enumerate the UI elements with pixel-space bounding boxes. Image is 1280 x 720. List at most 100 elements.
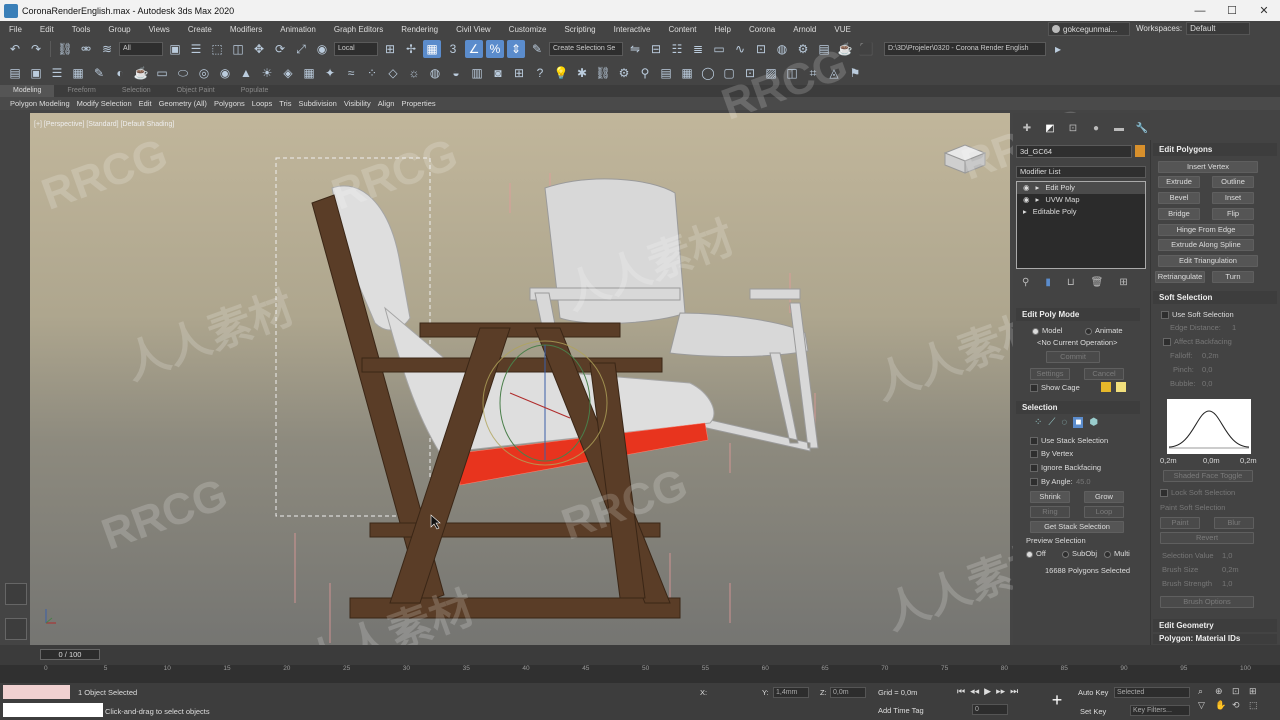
loop-button[interactable]: Loop: [1084, 506, 1124, 518]
object-name-field[interactable]: 3d_GC64: [1016, 145, 1132, 158]
help-icon[interactable]: ?: [531, 64, 549, 82]
brush-options-button[interactable]: Brush Options: [1160, 596, 1254, 608]
undo-icon[interactable]: ↶: [6, 40, 24, 58]
ring-icon[interactable]: ◯: [699, 64, 717, 82]
preview-subobj-radio[interactable]: SubObj: [1062, 549, 1097, 558]
zoom-all-icon[interactable]: ⊕: [1215, 686, 1229, 697]
link-icon[interactable]: ⛓: [594, 64, 612, 82]
hierarchy-tab-icon[interactable]: ⊡: [1065, 120, 1081, 136]
render-production-icon[interactable]: ⬛: [857, 40, 875, 58]
lock-soft-selection-checkbox[interactable]: Lock Soft Selection: [1160, 488, 1235, 498]
stack-item-edit-poly[interactable]: ◉ ▸ Edit Poly: [1017, 182, 1145, 194]
ribbon-panel-polygons[interactable]: Polygons: [214, 99, 245, 108]
previous-frame-icon[interactable]: ◂◂: [970, 686, 979, 697]
globe-icon[interactable]: ◍: [426, 64, 444, 82]
falloff-spinner[interactable]: 0,2m: [1202, 351, 1219, 360]
retriangulate-button[interactable]: Retriangulate: [1155, 271, 1205, 283]
show-end-result-icon[interactable]: ▮: [1045, 277, 1051, 288]
material-icon[interactable]: ◒: [447, 64, 465, 82]
expand-icon[interactable]: ▸: [1036, 194, 1040, 206]
menu-graph-editors[interactable]: Graph Editors: [325, 25, 392, 34]
inset-button[interactable]: Inset: [1212, 192, 1254, 204]
edge-icon[interactable]: ⟋: [1048, 417, 1055, 428]
ribbon-tab-object-paint[interactable]: Object Paint: [164, 85, 228, 97]
rendered-frame-icon[interactable]: ▤: [815, 40, 833, 58]
hinge-from-edge-button[interactable]: Hinge From Edge: [1158, 224, 1254, 236]
grid-icon[interactable]: ▦: [69, 64, 87, 82]
pin-stack-icon[interactable]: ⚲: [1022, 277, 1029, 288]
menu-arnold[interactable]: Arnold: [784, 25, 825, 34]
by-vertex-checkbox[interactable]: By Vertex: [1030, 449, 1073, 459]
viewport-layout-icon[interactable]: [5, 583, 27, 605]
move-icon[interactable]: ✥: [250, 40, 268, 58]
ribbon-panel-edit[interactable]: Edit: [139, 99, 152, 108]
select-by-name-icon[interactable]: ☰: [187, 40, 205, 58]
use-stack-selection-checkbox[interactable]: Use Stack Selection: [1030, 436, 1108, 446]
drop-icon[interactable]: ◬: [825, 64, 843, 82]
key-filters-button[interactable]: Key Filters...: [1130, 705, 1190, 716]
image-icon[interactable]: ▨: [762, 64, 780, 82]
commit-button[interactable]: Commit: [1046, 351, 1100, 363]
align-icon[interactable]: ⊟: [647, 40, 665, 58]
modify-tab-icon[interactable]: ◩: [1042, 120, 1058, 136]
redo-icon[interactable]: ↷: [27, 40, 45, 58]
sun-icon[interactable]: ☀: [258, 64, 276, 82]
rect-selection-icon[interactable]: ⬚: [208, 40, 226, 58]
selection-value-spinner[interactable]: 1,0: [1222, 551, 1232, 560]
ignore-backfacing-checkbox[interactable]: Ignore Backfacing: [1030, 463, 1101, 473]
ribbon-panel-properties[interactable]: Properties: [401, 99, 435, 108]
cage-selected-color-swatch[interactable]: [1116, 382, 1126, 392]
window-icon[interactable]: ◫: [783, 64, 801, 82]
play-icon[interactable]: ▶: [984, 686, 991, 697]
object-color-swatch[interactable]: [1135, 145, 1145, 157]
list-icon[interactable]: ☰: [48, 64, 66, 82]
go-to-start-icon[interactable]: ⏮: [957, 686, 965, 697]
menu-file[interactable]: File: [0, 25, 31, 34]
track-bar[interactable]: 0 5 10 15 20 25 30 35 40 45 50 55 60 65 70 75 80 85 90 95 10…: [0, 665, 1280, 683]
menu-customize[interactable]: Customize: [500, 25, 556, 34]
utilities-tab-icon[interactable]: 🔧: [1134, 120, 1150, 136]
next-frame-icon[interactable]: ▸▸: [996, 686, 1005, 697]
ribbon-panel-subdivision[interactable]: Subdivision: [298, 99, 336, 108]
brush-size-spinner[interactable]: 0,2m: [1222, 565, 1239, 574]
bevel-button[interactable]: Bevel: [1158, 192, 1200, 204]
edit-named-sel-icon[interactable]: ✎: [528, 40, 546, 58]
render-setup-icon[interactable]: ⚙: [794, 40, 812, 58]
by-angle-checkbox[interactable]: By Angle:: [1030, 477, 1073, 487]
geosphere-icon[interactable]: ◉: [216, 64, 234, 82]
percent-snap-icon[interactable]: %: [486, 40, 504, 58]
render-icon[interactable]: ☕: [836, 40, 854, 58]
scene-icon[interactable]: ⊞: [510, 64, 528, 82]
vertex-icon[interactable]: ⁘: [1034, 417, 1042, 428]
stack-item-uvw-map[interactable]: ◉ ▸ UVW Map: [1017, 194, 1145, 206]
selection-header[interactable]: Selection: [1016, 401, 1140, 414]
spinner-snap-icon[interactable]: ⇕: [507, 40, 525, 58]
insert-vertex-button[interactable]: Insert Vertex: [1158, 161, 1258, 173]
snaps-toggle-icon[interactable]: 3: [444, 40, 462, 58]
menu-animation[interactable]: Animation: [271, 25, 325, 34]
selection-filter-dropdown[interactable]: All: [119, 42, 163, 56]
window-crossing-icon[interactable]: ◫: [229, 40, 247, 58]
shape-icon[interactable]: ◇: [384, 64, 402, 82]
maxscript-mini-listener[interactable]: [3, 703, 103, 717]
outline-button[interactable]: Outline: [1212, 176, 1254, 188]
ribbon-panel-tris[interactable]: Tris: [279, 99, 291, 108]
scale-icon[interactable]: ⤢: [292, 40, 310, 58]
mirror-icon[interactable]: ⇋: [626, 40, 644, 58]
workspaces-dropdown[interactable]: Default: [1186, 22, 1251, 35]
grow-button[interactable]: Grow: [1084, 491, 1124, 503]
frame-icon[interactable]: ▣: [27, 64, 45, 82]
link-icon[interactable]: ⛓: [56, 40, 74, 58]
curve-editor-icon[interactable]: ∿: [731, 40, 749, 58]
grid2-icon[interactable]: ▦: [300, 64, 318, 82]
polygon-material-ids-header[interactable]: Polygon: Material IDs: [1153, 634, 1277, 644]
maxscript-listener[interactable]: [3, 685, 70, 699]
ribbon-panel-polygon-modeling[interactable]: Polygon Modeling: [10, 99, 70, 108]
schematic-view-icon[interactable]: ⊡: [752, 40, 770, 58]
menu-content[interactable]: Content: [660, 25, 706, 34]
ribbon-tab-freeform[interactable]: Freeform: [54, 85, 108, 97]
edit-polygons-header[interactable]: Edit Polygons: [1153, 143, 1277, 156]
revert-button[interactable]: Revert: [1160, 532, 1254, 544]
auto-key-button[interactable]: Auto Key: [1078, 688, 1108, 697]
expand-icon[interactable]: ▸: [1023, 206, 1027, 218]
